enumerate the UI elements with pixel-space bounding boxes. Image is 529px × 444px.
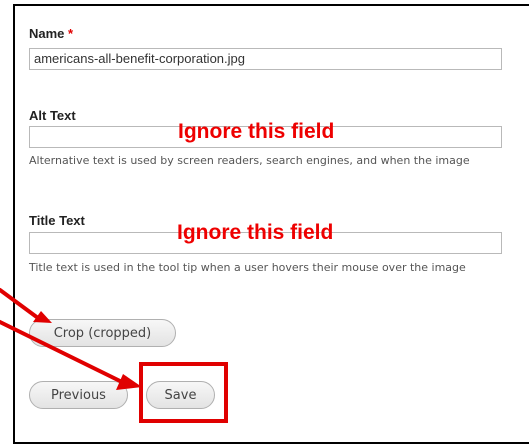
name-input[interactable]: americans-all-benefit-corporation.jpg <box>29 48 502 70</box>
title-text-label: Title Text <box>29 213 85 228</box>
name-input-value: americans-all-benefit-corporation.jpg <box>34 51 245 66</box>
name-label: Name * <box>29 26 73 41</box>
alt-text-description: Alternative text is used by screen reade… <box>29 154 470 167</box>
save-highlight-box <box>139 362 228 423</box>
required-marker: * <box>68 26 74 41</box>
crop-button[interactable]: Crop (cropped) <box>29 319 176 347</box>
alt-text-annotation: Ignore this field <box>178 120 335 143</box>
title-text-description: Title text is used in the tool tip when … <box>29 261 466 274</box>
title-text-annotation: Ignore this field <box>177 221 334 244</box>
name-label-text: Name <box>29 26 65 41</box>
previous-button[interactable]: Previous <box>29 381 128 409</box>
alt-text-label: Alt Text <box>29 108 76 123</box>
